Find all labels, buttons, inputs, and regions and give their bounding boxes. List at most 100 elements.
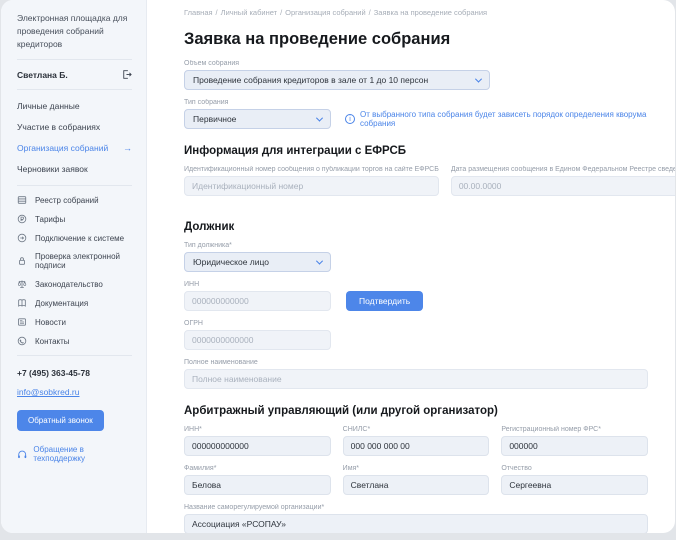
field-label: Идентификационный номер сообщения о публ… — [184, 166, 439, 173]
sidebar-item-personal-data[interactable]: Личные данные — [17, 101, 132, 111]
efrsb-date-input[interactable] — [451, 176, 675, 196]
support-phone: +7 (495) 363-45-78 — [17, 368, 132, 378]
manager-frs-input[interactable] — [501, 436, 648, 456]
field-manager-inn: ИНН* — [184, 426, 331, 456]
breadcrumb-home[interactable]: Главная — [184, 8, 213, 17]
user-row: Светлана Б. — [17, 69, 132, 80]
sidebar-item-meeting-participation[interactable]: Участие в собраниях — [17, 122, 132, 132]
field-label: ОГРН — [184, 320, 648, 327]
meeting-type-hint: i От выбранного типа собрания будет зави… — [345, 110, 648, 128]
signature-check-icon — [17, 256, 27, 266]
field-label: Дата размещения сообщения в Едином Федер… — [451, 166, 675, 173]
contacts-icon — [17, 336, 27, 346]
sidebar-item-label: Организация собраний — [17, 143, 108, 153]
field-label: Тип собрания — [184, 99, 648, 106]
meeting-type-select[interactable]: Первичное — [184, 109, 331, 129]
efrsb-id-input[interactable] — [184, 176, 439, 196]
sidebar-item-meeting-organization[interactable]: Организация собраний → — [17, 143, 132, 153]
field-manager-last-name: Фамилия* — [184, 465, 331, 495]
selected-value: Проведение собрания кредиторов в зале от… — [193, 75, 428, 85]
sidebar-item-label: Проверка электронной подписи — [35, 252, 132, 270]
field-label: Имя* — [343, 465, 490, 472]
documentation-icon — [17, 298, 27, 308]
manager-middle-name-input[interactable] — [501, 475, 648, 495]
debtor-type-select[interactable]: Юридическое лицо — [184, 252, 331, 272]
field-debtor-ogrn: ОГРН — [184, 320, 648, 350]
field-label: Объем собрания — [184, 60, 648, 67]
confirm-inn-button[interactable]: Подтвердить — [346, 291, 423, 311]
main-content: Главная/Личный кабинет/Организация собра… — [147, 0, 675, 533]
registry-icon — [17, 195, 27, 205]
field-label: СНИЛС* — [343, 426, 490, 433]
sidebar-item-signature-check[interactable]: Проверка электронной подписи — [17, 252, 132, 270]
field-debtor-type: Тип должника* Юридическое лицо — [184, 242, 648, 272]
callback-button[interactable]: Обратный звонок — [17, 410, 104, 431]
sidebar-item-documentation[interactable]: Документация — [17, 298, 132, 308]
page-title: Заявка на проведение собрания — [184, 30, 648, 49]
field-efrsb-id: Идентификационный номер сообщения о публ… — [184, 166, 439, 196]
sidebar-item-system-connection[interactable]: Подключение к системе — [17, 233, 132, 243]
user-name: Светлана Б. — [17, 70, 68, 80]
headset-icon — [17, 449, 27, 460]
sidebar-item-label: Тарифы — [35, 215, 65, 224]
sidebar-item-label: Подключение к системе — [35, 234, 124, 243]
manager-last-name-input[interactable] — [184, 475, 331, 495]
info-icon: i — [345, 114, 355, 124]
manager-snils-input[interactable] — [343, 436, 490, 456]
sidebar-item-label: Реестр собраний — [35, 196, 99, 205]
field-manager-frs: Регистрационный номер ФРС* — [501, 426, 648, 456]
sidebar-item-label: Документация — [35, 299, 88, 308]
field-meeting-scope: Объем собрания Проведение собрания креди… — [184, 60, 648, 90]
sidebar-item-label: Законодательство — [35, 280, 103, 289]
chevron-down-icon — [475, 75, 482, 82]
field-label: Название саморегулируемой организации* — [184, 504, 648, 511]
logout-icon[interactable] — [121, 69, 132, 80]
field-label: Отчество — [501, 465, 648, 472]
divider — [17, 185, 132, 186]
sidebar-item-draft-applications[interactable]: Черновики заявок — [17, 164, 132, 174]
debtor-ogrn-input[interactable] — [184, 330, 331, 350]
legislation-icon — [17, 279, 27, 289]
divider — [17, 355, 132, 356]
brand-title: Электронная площадка для проведения собр… — [17, 12, 132, 50]
sidebar-item-label: Черновики заявок — [17, 164, 88, 174]
field-efrsb-date: Дата размещения сообщения в Едином Федер… — [451, 166, 675, 196]
debtor-inn-input[interactable] — [184, 291, 331, 311]
sidebar-item-contacts[interactable]: Контакты — [17, 336, 132, 346]
breadcrumb-organization[interactable]: Организация собраний — [285, 8, 365, 17]
debtor-full-name-input[interactable] — [184, 369, 648, 389]
field-label: ИНН* — [184, 426, 331, 433]
section-heading-efrsb: Информация для интеграции с ЕФРСБ — [184, 145, 648, 157]
sidebar-item-news[interactable]: Новости — [17, 317, 132, 327]
manager-sro-input[interactable] — [184, 514, 648, 533]
meeting-scope-select[interactable]: Проведение собрания кредиторов в зале от… — [184, 70, 490, 90]
breadcrumb-current: Заявка на проведение собрания — [374, 8, 487, 17]
sidebar-item-tariffs[interactable]: Тарифы — [17, 214, 132, 224]
active-arrow-icon: → — [123, 143, 132, 153]
section-heading-debtor: Должник — [184, 221, 648, 233]
breadcrumb-cabinet[interactable]: Личный кабинет — [221, 8, 277, 17]
support-email-link[interactable]: info@sobkred.ru — [17, 387, 80, 397]
sidebar-item-label: Новости — [35, 318, 66, 327]
divider — [17, 59, 132, 60]
selected-value: Юридическое лицо — [193, 257, 269, 267]
manager-inn-input[interactable] — [184, 436, 331, 456]
field-label: Регистрационный номер ФРС* — [501, 426, 648, 433]
breadcrumb: Главная/Личный кабинет/Организация собра… — [184, 8, 648, 17]
field-meeting-type: Тип собрания Первичное i От выбранного т… — [184, 99, 648, 129]
divider — [17, 89, 132, 90]
sidebar-item-label: Личные данные — [17, 101, 80, 111]
section-heading-manager: Арбитражный управляющий (или другой орга… — [184, 405, 648, 417]
app-window: Электронная площадка для проведения собр… — [1, 0, 675, 533]
sidebar-item-legislation[interactable]: Законодательство — [17, 279, 132, 289]
field-label: Фамилия* — [184, 465, 331, 472]
manager-first-name-input[interactable] — [343, 475, 490, 495]
field-label: Полное наименование — [184, 359, 648, 366]
sidebar-item-label: Контакты — [35, 337, 70, 346]
field-manager-snils: СНИЛС* — [343, 426, 490, 456]
sidebar-item-meeting-registry[interactable]: Реестр собраний — [17, 195, 132, 205]
support-link[interactable]: Обращение в техподдержку — [17, 445, 132, 463]
tariffs-icon — [17, 214, 27, 224]
field-manager-first-name: Имя* — [343, 465, 490, 495]
sidebar: Электронная площадка для проведения собр… — [1, 0, 147, 533]
